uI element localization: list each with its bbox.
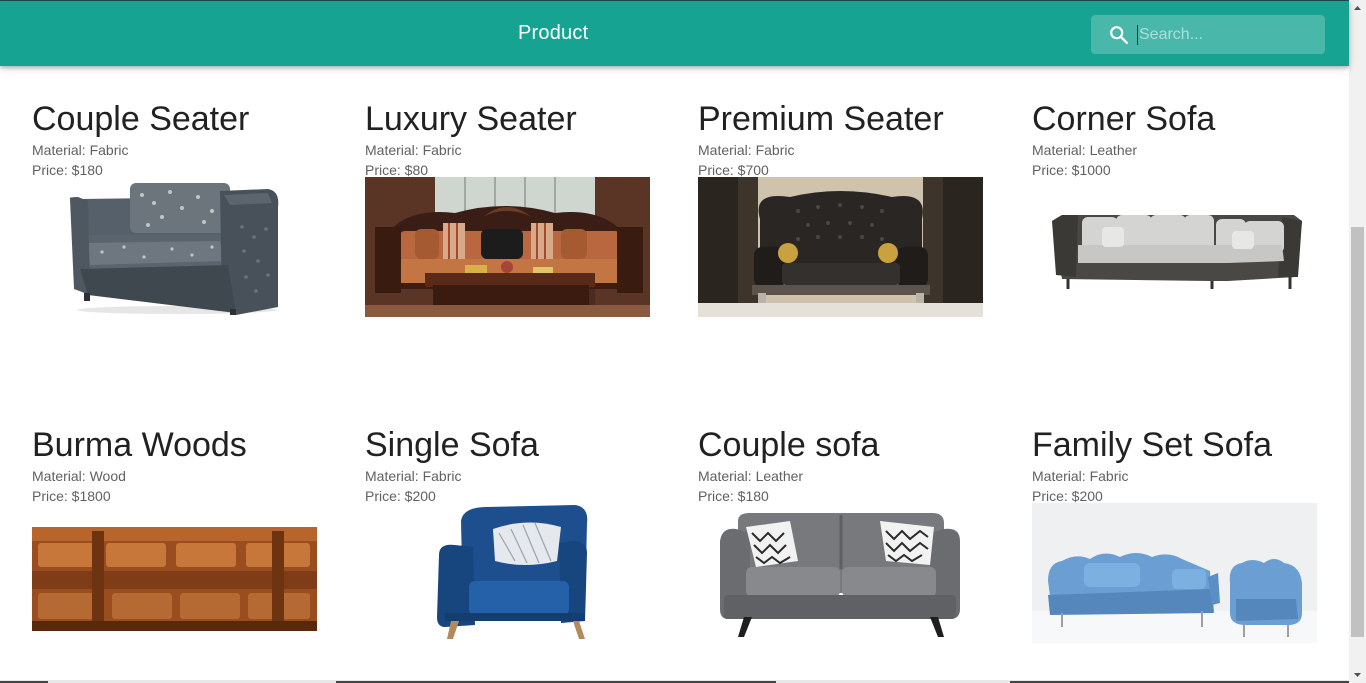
vertical-scrollbar[interactable] <box>1349 0 1366 683</box>
product-image[interactable] <box>698 503 983 643</box>
scroll-down-arrow-icon[interactable] <box>1349 666 1366 683</box>
page-title: Product <box>518 22 589 44</box>
product-title: Corner Sofa <box>1032 100 1216 138</box>
product-price: Price: $180 <box>32 162 103 178</box>
product-card-luxury-seater[interactable]: Luxury Seater Material: Fabric Price: $8… <box>365 99 665 349</box>
product-material: Material: Leather <box>1032 142 1138 158</box>
product-material: Material: Fabric <box>32 142 129 158</box>
product-image[interactable] <box>365 503 650 643</box>
product-material: Material: Fabric <box>698 142 795 158</box>
product-card-premium-seater[interactable]: Premium Seater Material: Fabric Price: $… <box>698 99 998 349</box>
product-title: Family Set Sofa <box>1032 426 1272 464</box>
product-title: Premium Seater <box>698 100 944 138</box>
product-price: Price: $1000 <box>1032 162 1111 178</box>
product-title: Luxury Seater <box>365 100 577 138</box>
product-material: Material: Fabric <box>365 142 462 158</box>
product-card-couple-sofa[interactable]: Couple sofa Material: Leather Price: $18… <box>698 425 998 675</box>
product-material: Material: Wood <box>32 468 126 484</box>
product-title: Couple sofa <box>698 426 880 464</box>
product-material: Material: Fabric <box>365 468 462 484</box>
product-card-family-set-sofa[interactable]: Family Set Sofa Material: Fabric Price: … <box>1032 425 1332 675</box>
product-title: Couple Seater <box>32 100 250 138</box>
product-card-single-sofa[interactable]: Single Sofa Material: Fabric Price: $200 <box>365 425 665 675</box>
product-price: Price: $200 <box>365 488 436 504</box>
product-price: Price: $180 <box>698 488 769 504</box>
product-price: Price: $80 <box>365 162 429 178</box>
search-box[interactable] <box>1091 15 1325 54</box>
product-price: Price: $200 <box>1032 488 1103 504</box>
product-title: Single Sofa <box>365 426 539 464</box>
product-card-couple-seater[interactable]: Couple Seater Material: Fabric Price: $1… <box>32 99 332 349</box>
product-card-burma-woods[interactable]: Burma Woods Material: Wood Price: $1800 <box>32 425 332 675</box>
product-material: Material: Fabric <box>1032 468 1129 484</box>
product-image[interactable] <box>365 177 650 317</box>
product-price: Price: $1800 <box>32 488 111 504</box>
product-image[interactable] <box>32 177 317 317</box>
scrollbar-thumb[interactable] <box>1351 227 1364 637</box>
scroll-up-arrow-icon[interactable] <box>1349 0 1366 17</box>
product-material: Material: Leather <box>698 468 804 484</box>
product-card-corner-sofa[interactable]: Corner Sofa Material: Leather Price: $10… <box>1032 99 1332 349</box>
product-image[interactable] <box>1032 177 1317 317</box>
product-image[interactable] <box>698 177 983 317</box>
product-image[interactable] <box>1032 503 1317 643</box>
search-icon <box>1110 26 1128 44</box>
search-input[interactable] <box>1137 25 1319 45</box>
app-bar: Product <box>0 1 1349 66</box>
product-image[interactable] <box>32 503 317 643</box>
product-title: Burma Woods <box>32 426 247 464</box>
product-price: Price: $700 <box>698 162 769 178</box>
